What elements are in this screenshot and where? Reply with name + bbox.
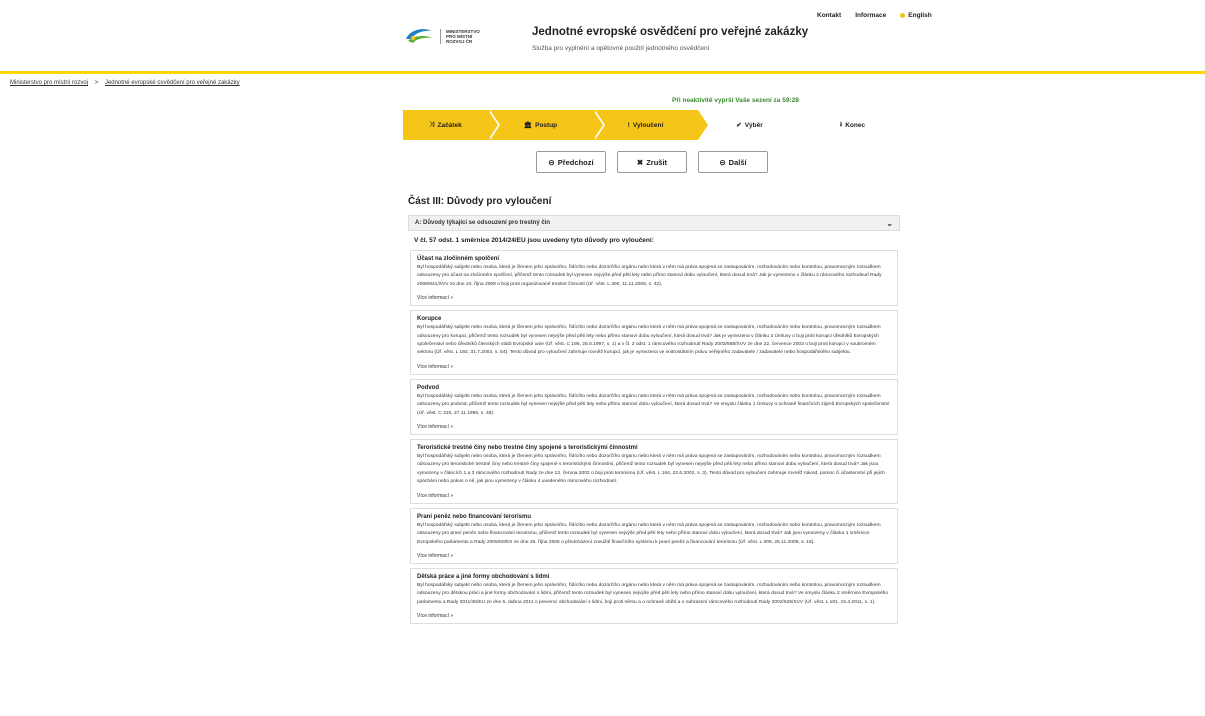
- exclamation-icon: !: [627, 121, 630, 129]
- logo-line-1: MINISTERSTVO: [446, 28, 480, 34]
- top-navigation: Kontakt Informace English: [817, 12, 932, 19]
- check-circle-icon: ✔: [736, 122, 742, 129]
- exclusion-grounds-list: Účast na zločinném spolčení Byl hospodář…: [410, 250, 898, 628]
- more-info-link[interactable]: Více informací »: [417, 493, 892, 499]
- ministry-logo-icon: [406, 29, 432, 43]
- institution-icon: 🏛: [523, 122, 533, 129]
- circle-x-icon: ✖: [636, 157, 644, 167]
- list-item: Účast na zločinném spolčení Byl hospodář…: [410, 250, 898, 307]
- list-item: Praní peněz nebo financování terorismu B…: [410, 507, 898, 564]
- step-finish-label: Konec: [845, 121, 866, 129]
- contact-link[interactable]: Kontakt: [817, 12, 841, 19]
- cancel-button-label: Zrušit: [646, 157, 668, 167]
- logo-line-3: ROZVOJ ČR: [446, 38, 473, 44]
- navigation-buttons: ⊝ Předchozí ✖ Zrušit ⊝ Další: [536, 151, 768, 173]
- ground-title: Teroristické trestné činy nebo trestné č…: [417, 445, 638, 452]
- shuffle-icon: ⤨: [429, 121, 435, 128]
- ground-title: Účast na zločinném spolčení: [417, 256, 500, 262]
- step-exclusion-label: Vyloučení: [632, 121, 664, 129]
- step-procedure[interactable]: 🏛 Postup: [488, 110, 605, 140]
- accordion-title: A: Důvody týkající se odsouzení pro tres…: [415, 220, 551, 226]
- progress-steps: ⤨ Začátek 🏛 Postup ! Vyloučení ✔ Výběr ⭳…: [403, 110, 904, 140]
- ground-text: Byl hospodářský subjekt nebo osoba, kter…: [417, 582, 889, 605]
- language-dot-icon: [900, 12, 906, 18]
- language-label: English: [908, 12, 932, 19]
- chevron-down-icon: ⌄: [886, 218, 893, 228]
- grounds-intro: V čl. 57 odst. 1 směrnice 2014/24/EU jso…: [414, 237, 654, 244]
- ground-title: Praní peněz nebo financování terorismu: [417, 513, 532, 520]
- list-item: Dětská práce a jiné formy obchodování s …: [410, 567, 898, 625]
- header-divider: [0, 71, 1205, 74]
- more-info-link[interactable]: Více informací »: [417, 424, 892, 430]
- cancel-button[interactable]: ✖ Zrušit: [617, 151, 687, 173]
- next-button-label: Další: [728, 157, 747, 167]
- list-item: Korupce Byl hospodářský subjekt nebo oso…: [410, 310, 898, 375]
- circle-right-icon: ⊝: [719, 157, 726, 167]
- ministry-logo[interactable]: MINISTERSTVO PRO MÍSTNÍ ROZVOJ ČR: [404, 27, 480, 45]
- logo-text: MINISTERSTVO PRO MÍSTNÍ ROZVOJ ČR: [440, 28, 480, 44]
- ground-title: Korupce: [417, 316, 442, 323]
- more-info-link[interactable]: Více informací »: [417, 364, 892, 370]
- ground-text: Byl hospodářský subjekt nebo osoba, kter…: [417, 265, 882, 287]
- ground-text: Byl hospodářský subjekt nebo osoba, kter…: [417, 522, 881, 545]
- breadcrumb-ministry-link[interactable]: Ministerstvo pro místní rozvoj: [10, 80, 88, 86]
- site-title: Jednotné evropské osvědčení pro veřejné …: [532, 26, 809, 38]
- step-start-label: Začátek: [437, 121, 462, 129]
- site-subtitle: Služba pro vyplnění a opětovné použití j…: [532, 45, 710, 52]
- breadcrumb-espd-link[interactable]: Jednotné evropské osvědčení pro veřejné …: [105, 80, 240, 86]
- page-title: Část III: Důvody pro vyloučení: [408, 196, 552, 207]
- step-exclusion[interactable]: ! Vyloučení: [593, 110, 710, 140]
- step-selection-label: Výběr: [744, 121, 763, 129]
- breadcrumb-separator: >: [94, 80, 99, 86]
- session-timer: Při neaktivitě vyprší Vaše sezení za 59:…: [672, 97, 799, 104]
- language-switch[interactable]: English: [900, 12, 932, 19]
- breadcrumb: Ministerstvo pro místní rozvoj > Jednotn…: [10, 80, 240, 86]
- more-info-link[interactable]: Více informací »: [417, 553, 892, 559]
- step-procedure-label: Postup: [535, 121, 558, 129]
- more-info-link[interactable]: Více informací »: [417, 613, 892, 619]
- info-link[interactable]: Informace: [855, 12, 886, 19]
- ground-title: Dětská práce a jiné formy obchodování s …: [417, 573, 550, 580]
- next-button[interactable]: ⊝ Další: [698, 151, 768, 173]
- ground-text: Byl hospodářský subjekt nebo osoba, kter…: [417, 325, 881, 356]
- download-icon: ⭳: [839, 120, 843, 128]
- ground-title: Podvod: [417, 384, 439, 391]
- list-item: Teroristické trestné činy nebo trestné č…: [410, 439, 898, 504]
- list-item: Podvod Byl hospodářský subjekt nebo osob…: [410, 378, 898, 436]
- step-start[interactable]: ⤨ Začátek: [403, 110, 500, 140]
- accordion-header-criminal-convictions[interactable]: A: Důvody týkající se odsouzení pro tres…: [408, 215, 900, 231]
- step-selection[interactable]: ✔ Výběr: [698, 110, 801, 140]
- ground-text: Byl hospodářský subjekt nebo osoba, kter…: [417, 393, 890, 416]
- previous-button-label: Předchozí: [557, 157, 594, 167]
- step-finish[interactable]: ⭳ Konec: [801, 110, 904, 140]
- more-info-link[interactable]: Více informací »: [417, 295, 892, 301]
- circle-left-icon: ⊝: [548, 157, 555, 167]
- previous-button[interactable]: ⊝ Předchozí: [536, 151, 606, 173]
- ground-text: Byl hospodářský subjekt nebo osoba, kter…: [417, 454, 885, 485]
